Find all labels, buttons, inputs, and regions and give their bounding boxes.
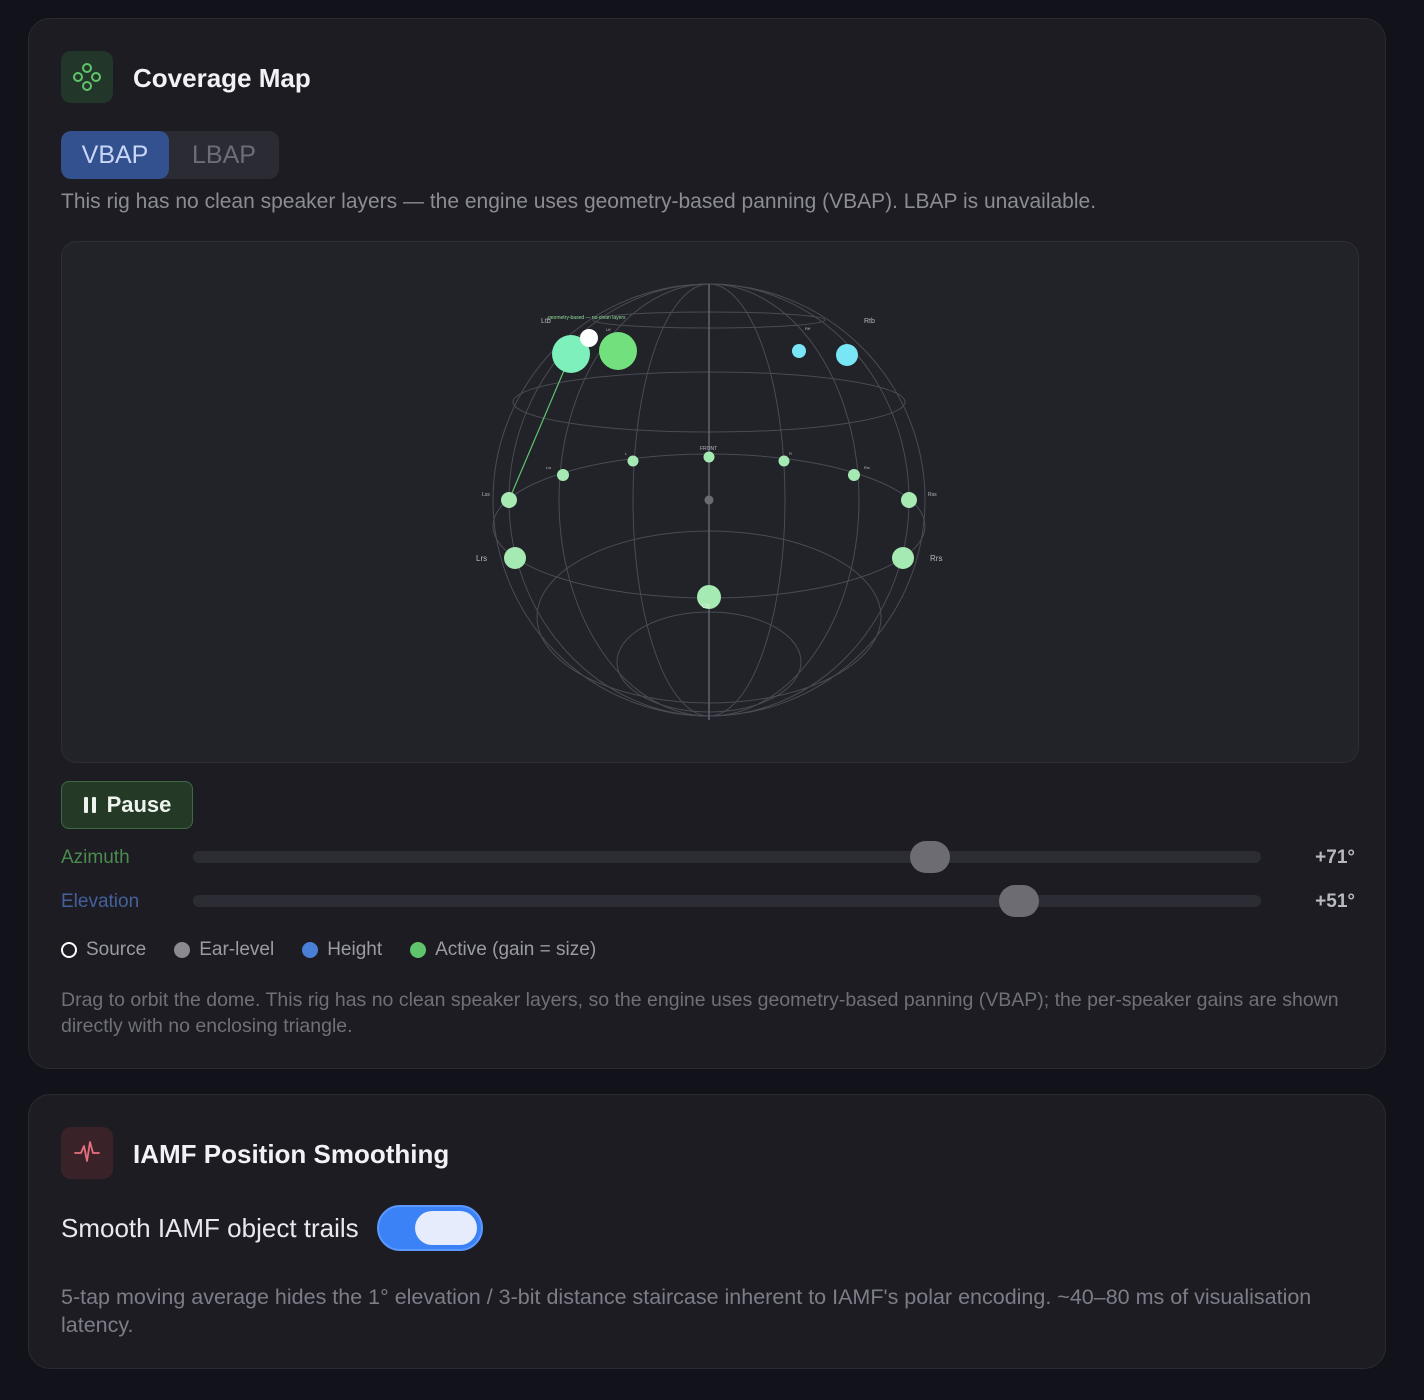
- mode-lbap-button[interactable]: LBAP: [169, 131, 279, 179]
- speaker-label-lw: Lw: [546, 465, 551, 470]
- speaker-l: [627, 455, 639, 467]
- legend-active: Active (gain = size): [410, 939, 596, 961]
- legend-source-label: Source: [86, 939, 147, 960]
- iamf-smoothing-description: 5-tap moving average hides the 1° elevat…: [61, 1285, 1312, 1337]
- coverage-map-title: Coverage Map: [133, 63, 311, 93]
- source-marker: [580, 329, 598, 347]
- speaker-label-rtf: Rtf: [805, 326, 811, 331]
- panning-mode-switch: VBAP LBAP: [61, 131, 279, 179]
- speaker-label-ltb: Ltb: [541, 318, 551, 325]
- speaker-lrs: [504, 547, 526, 569]
- source-legend-icon: [61, 942, 77, 958]
- listener-center: [704, 495, 714, 505]
- dome-annotation: geometry-based — no clean layers: [548, 315, 626, 321]
- iamf-smoothing-card: IAMF Position Smoothing Smooth IAMF obje…: [28, 1094, 1386, 1369]
- azimuth-value: +71°: [1315, 847, 1355, 868]
- waveform-pulse-icon: [61, 1127, 113, 1179]
- mode-vbap-button[interactable]: VBAP: [61, 131, 169, 179]
- speaker-rrs: [892, 547, 914, 569]
- speaker-label-cb: Cb: [702, 604, 710, 610]
- pause-icon: [83, 797, 96, 813]
- speaker-rss: [901, 492, 917, 508]
- front-label: FRONT: [700, 446, 717, 452]
- smooth-trails-row: Smooth IAMF object trails: [61, 1205, 483, 1251]
- azimuth-slider[interactable]: [193, 841, 1261, 873]
- legend-height: Height: [302, 939, 382, 961]
- elevation-label: Elevation: [61, 891, 140, 912]
- speaker-rtb: [836, 344, 858, 366]
- elevation-slider-thumb[interactable]: [998, 885, 1039, 917]
- pause-label: Pause: [106, 792, 172, 817]
- speaker-c: [703, 451, 715, 463]
- dome-visualization[interactable]: geometry-based — no clean layers Ltb Ltf…: [61, 241, 1359, 763]
- legend-ear-level-label: Ear-level: [199, 939, 275, 960]
- legend-ear-level: Ear-level: [174, 939, 274, 961]
- speaker-r: [778, 455, 790, 467]
- toggle-knob: [414, 1211, 477, 1245]
- elevation-value: +51°: [1315, 891, 1355, 912]
- dome-canvas[interactable]: geometry-based — no clean layers Ltb Ltf…: [62, 242, 1358, 762]
- azimuth-label: Azimuth: [61, 847, 130, 868]
- dome-help-text: Drag to orbit the dome. This rig has no …: [61, 989, 1339, 1037]
- speaker-label-rw: Rw: [864, 465, 870, 470]
- speaker-lss: [501, 492, 517, 508]
- speaker-label-rss: Rss: [928, 492, 937, 498]
- azimuth-slider-thumb[interactable]: [909, 841, 950, 873]
- iamf-smoothing-title: IAMF Position Smoothing: [133, 1139, 450, 1169]
- smooth-trails-toggle[interactable]: [376, 1205, 483, 1251]
- legend-height-label: Height: [327, 939, 383, 960]
- smooth-trails-label: Smooth IAMF object trails: [61, 1212, 359, 1243]
- speaker-lw: [557, 469, 569, 481]
- speaker-label-rrs: Rrs: [930, 554, 942, 563]
- speaker-label-lss: Lss: [482, 492, 490, 498]
- coverage-map-card: Coverage Map VBAP LBAP This rig has no c…: [28, 18, 1386, 1069]
- speaker-label-l: L: [625, 451, 628, 456]
- elevation-slider[interactable]: [193, 885, 1261, 917]
- speaker-ltf: [599, 332, 637, 370]
- height-legend-icon: [302, 942, 319, 958]
- speaker-cluster-icon: [61, 51, 113, 103]
- ear-level-legend-icon: [174, 942, 191, 958]
- speaker-label-r: R: [789, 451, 792, 456]
- pause-button[interactable]: Pause: [61, 781, 193, 829]
- panning-mode-description: This rig has no clean speaker layers — t…: [61, 190, 1097, 213]
- speaker-label-rtb: Rtb: [864, 318, 875, 325]
- legend-active-label: Active (gain = size): [435, 939, 597, 960]
- active-legend-icon: [410, 942, 427, 958]
- legend: Source Ear-level Height Active (gain = s…: [61, 939, 596, 961]
- speaker-rw: [848, 469, 860, 481]
- speaker-rtf: [792, 344, 806, 358]
- legend-source: Source: [61, 939, 146, 961]
- speaker-label-lrs: Lrs: [476, 554, 487, 563]
- speaker-label-ltf: Ltf: [606, 327, 611, 332]
